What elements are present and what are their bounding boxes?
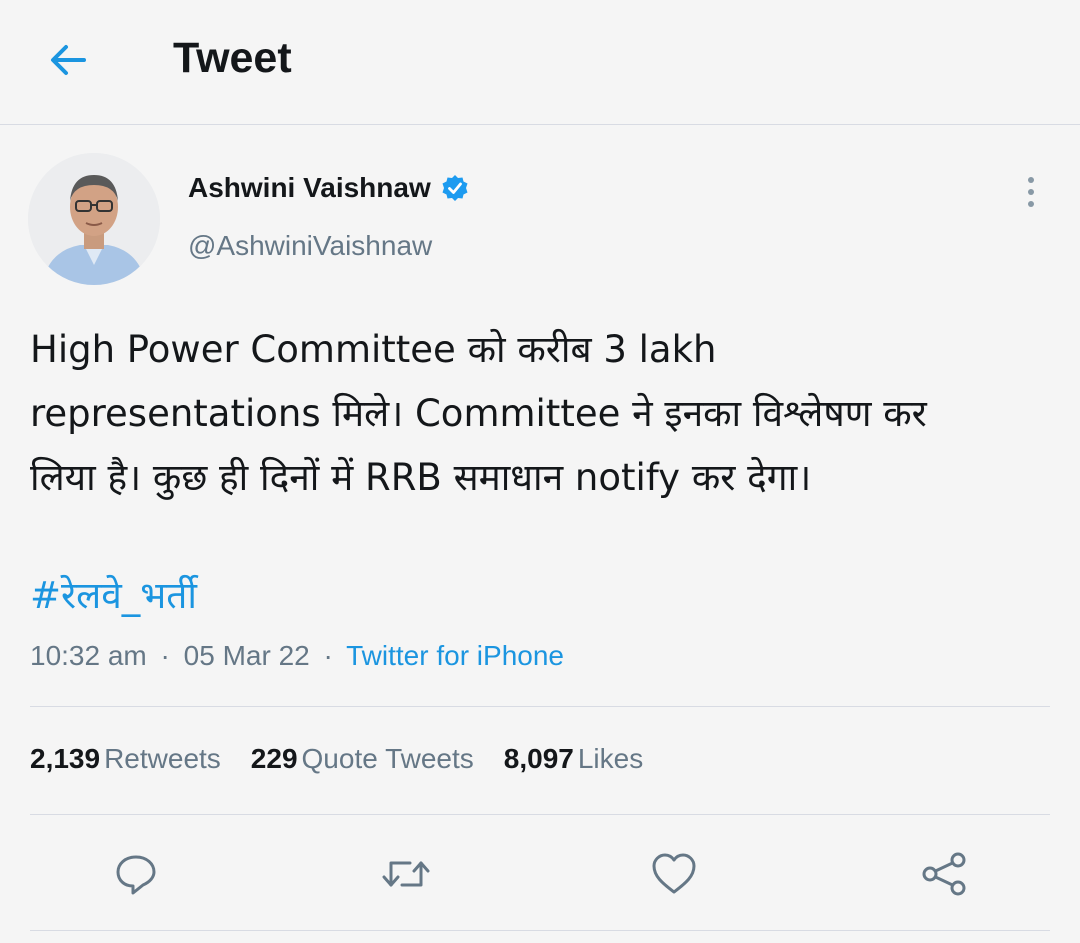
arrow-left-icon <box>51 45 86 75</box>
more-options-button[interactable] <box>1016 172 1046 212</box>
tweet-time: 10:32 am <box>30 640 147 671</box>
back-button[interactable] <box>44 36 92 84</box>
tweet-text-line: representations मिले। Committee ने इनका … <box>30 392 927 435</box>
likes-stat[interactable]: 8,097 Likes <box>504 743 643 775</box>
reply-button[interactable] <box>110 848 162 900</box>
tweet-date: 05 Mar 22 <box>183 640 310 671</box>
retweet-icon <box>382 861 430 887</box>
tweet-text: High Power Committee को करीब 3 lakh repr… <box>30 318 1050 510</box>
author-name-text: Ashwini Vaishnaw <box>188 172 431 203</box>
author-handle[interactable]: @AshwiniVaishnaw <box>188 230 432 262</box>
like-button[interactable] <box>648 848 700 900</box>
tweet-source-link[interactable]: Twitter for iPhone <box>346 640 564 671</box>
likes-label: Likes <box>577 743 644 774</box>
reply-icon <box>116 855 156 895</box>
tweet-meta: 10:32 am · 05 Mar 22 · Twitter for iPhon… <box>30 640 564 672</box>
profile-photo <box>28 153 160 285</box>
meta-separator: · <box>323 640 333 671</box>
tweet-text-line: लिया है। कुछ ही दिनों में RRB समाधान not… <box>30 456 812 499</box>
more-vertical-icon <box>1028 177 1034 183</box>
verified-badge-icon <box>442 175 468 201</box>
tweet-text-line: High Power Committee को करीब 3 lakh <box>30 328 717 371</box>
like-icon <box>652 853 696 894</box>
quote-tweets-stat[interactable]: 229 Quote Tweets <box>251 743 474 775</box>
meta-separator: · <box>160 640 170 671</box>
actions-divider <box>30 930 1050 931</box>
likes-count: 8,097 <box>503 743 574 774</box>
more-vertical-icon-dot <box>1028 189 1034 195</box>
retweets-label: Retweets <box>104 743 221 774</box>
meta-divider <box>30 706 1050 707</box>
share-button[interactable] <box>918 848 970 900</box>
top-bar: Tweet <box>0 0 1080 124</box>
retweet-button[interactable] <box>380 848 432 900</box>
header-divider <box>0 124 1080 125</box>
more-vertical-icon-dot <box>1028 201 1034 207</box>
share-icon <box>922 852 966 896</box>
author-name[interactable]: Ashwini Vaishnaw <box>188 172 469 204</box>
quotes-label: Quote Tweets <box>301 743 474 774</box>
hashtag-link[interactable]: #रेलवे_भर्ती <box>30 568 197 619</box>
retweets-count: 2,139 <box>30 743 101 774</box>
stats-divider <box>30 814 1050 815</box>
avatar[interactable] <box>28 153 160 285</box>
retweets-stat[interactable]: 2,139 Retweets <box>30 743 221 775</box>
tweet-stats: 2,139 Retweets 229 Quote Tweets 8,097 Likes <box>30 743 643 775</box>
quotes-count: 229 <box>250 743 298 774</box>
page-title: Tweet <box>173 34 292 82</box>
